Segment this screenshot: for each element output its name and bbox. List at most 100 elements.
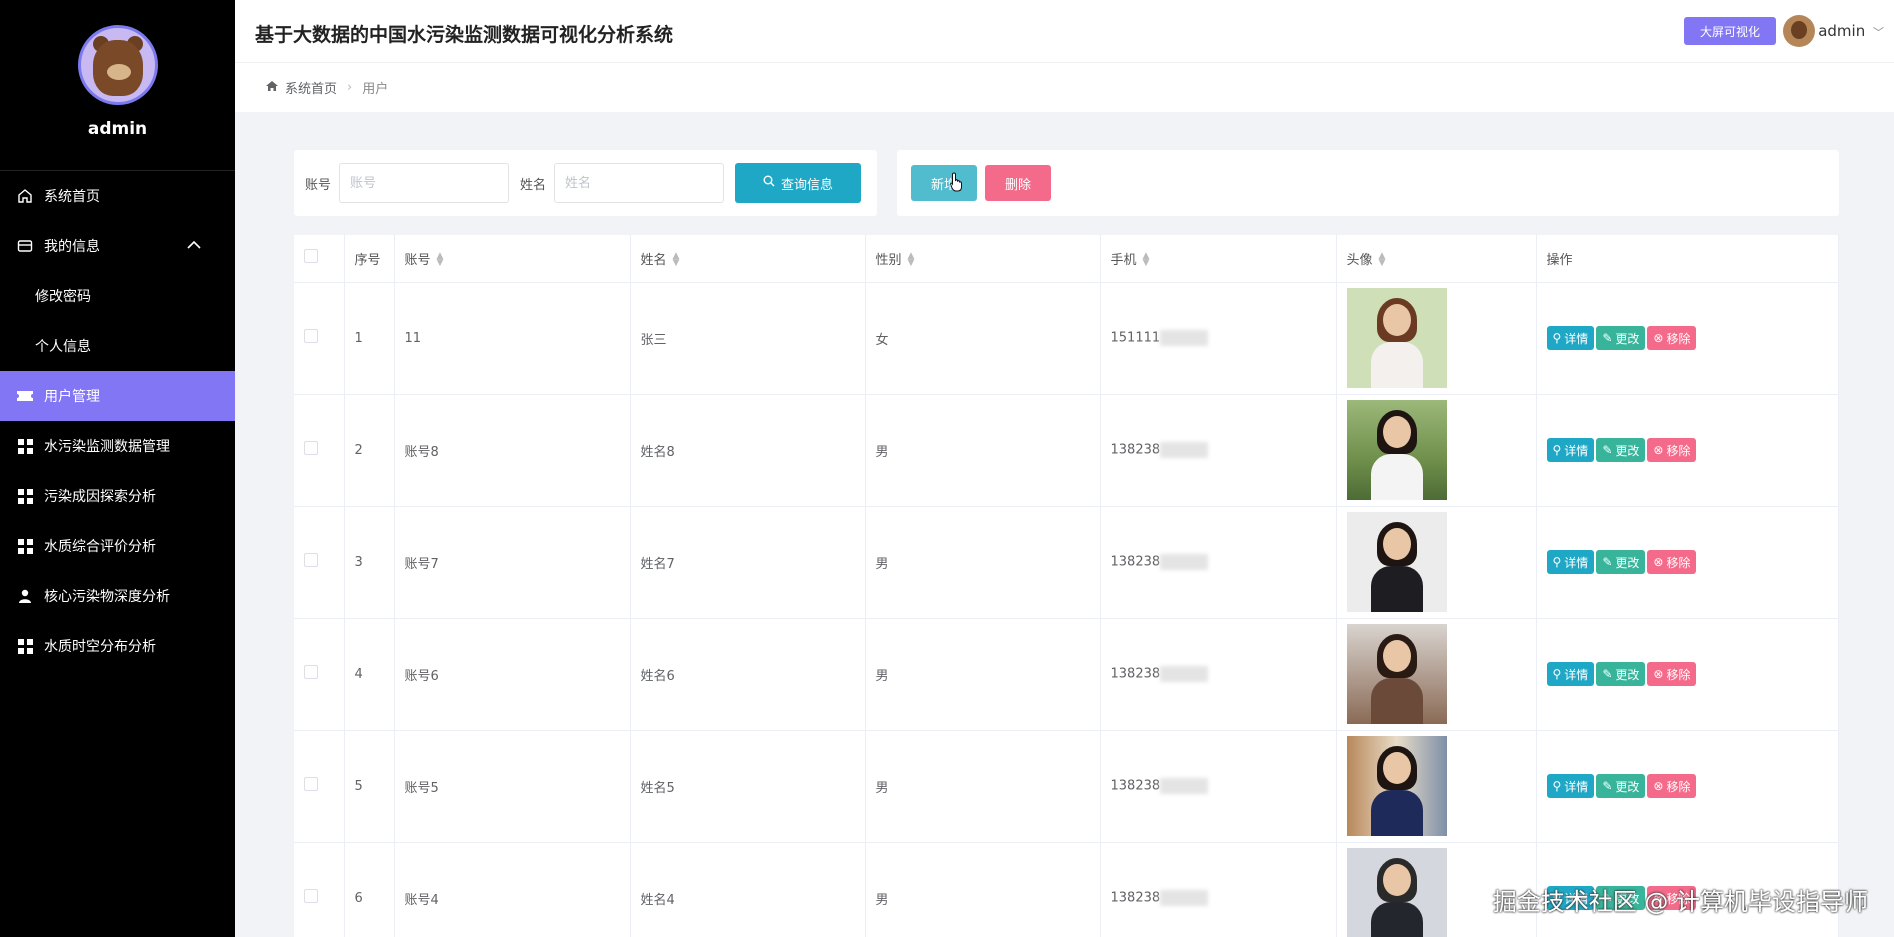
detail-button[interactable]: ⚲ 详情 bbox=[1546, 774, 1595, 798]
cell-index: 4 bbox=[344, 618, 395, 731]
user-photo[interactable] bbox=[1346, 848, 1447, 937]
phone-text: 138238 bbox=[1110, 666, 1161, 682]
chevron-down-icon: ﹀ bbox=[1873, 26, 1884, 39]
sort-icon[interactable]: ▲ ▼ bbox=[1143, 252, 1150, 268]
detail-button[interactable]: ⚲ 详情 bbox=[1546, 438, 1595, 462]
sort-icon[interactable]: ▲ ▼ bbox=[908, 252, 915, 268]
sidebar-item-personal-info[interactable]: 个人信息 bbox=[0, 321, 235, 371]
header-label: 手机 bbox=[1110, 252, 1137, 268]
close-circle-icon: ⊗ bbox=[1653, 331, 1664, 345]
row-select[interactable] bbox=[294, 506, 345, 619]
phone-text: 138238 bbox=[1110, 554, 1161, 570]
cell-gender: 男 bbox=[865, 618, 1101, 731]
row-checkbox[interactable] bbox=[304, 777, 318, 791]
cell-gender: 男 bbox=[865, 394, 1101, 507]
sidebar-item-core-pollutant[interactable]: 核心污染物深度分析 bbox=[0, 571, 235, 621]
breadcrumb-home[interactable]: 系统首页 bbox=[285, 78, 337, 97]
account-input[interactable] bbox=[339, 163, 510, 203]
cell-name: 姓名8 bbox=[630, 394, 866, 507]
edit-button[interactable]: ✎ 更改 bbox=[1596, 326, 1646, 350]
row-checkbox[interactable] bbox=[304, 441, 318, 455]
chevron-up-icon[interactable] bbox=[187, 239, 201, 253]
cell-account: 账号8 bbox=[394, 394, 631, 507]
header-label: 姓名 bbox=[640, 252, 667, 268]
header-gender[interactable]: 性别 ▲ ▼ bbox=[865, 235, 1101, 283]
edit-button[interactable]: ✎ 更改 bbox=[1596, 774, 1646, 798]
header-actions: 操作 bbox=[1536, 235, 1839, 283]
sort-icon[interactable]: ▲ ▼ bbox=[437, 252, 444, 268]
detail-button[interactable]: ⚲ 详情 bbox=[1546, 662, 1595, 686]
page-title: 基于大数据的中国水污染监测数据可视化分析系统 bbox=[255, 24, 674, 46]
add-button[interactable]: 新增 bbox=[911, 165, 977, 201]
pencil-icon: ✎ bbox=[1602, 555, 1613, 569]
detail-label: 详情 bbox=[1564, 443, 1589, 458]
header-select-all[interactable] bbox=[294, 235, 345, 283]
remove-button[interactable]: ⊗ 移除 bbox=[1647, 774, 1697, 798]
remove-button[interactable]: ⊗ 移除 bbox=[1647, 550, 1697, 574]
user-photo[interactable] bbox=[1346, 288, 1447, 388]
row-select[interactable] bbox=[294, 842, 345, 937]
bigscreen-button[interactable]: 大屏可视化 bbox=[1684, 17, 1776, 45]
header-phone[interactable]: 手机 ▲ ▼ bbox=[1100, 235, 1337, 283]
edit-button[interactable]: ✎ 更改 bbox=[1596, 662, 1646, 686]
top-header: 基于大数据的中国水污染监测数据可视化分析系统 大屏可视化 admin ﹀ bbox=[235, 0, 1894, 62]
remove-button[interactable]: ⊗ 移除 bbox=[1647, 438, 1697, 462]
sidebar-item-cause-analysis[interactable]: 污染成因探索分析 bbox=[0, 471, 235, 521]
header-avatar[interactable]: 头像 ▲ ▼ bbox=[1336, 235, 1537, 283]
cell-name: 姓名4 bbox=[630, 842, 866, 937]
user-avatar[interactable] bbox=[1783, 15, 1815, 47]
table-row: 1 11 张三 女 151111 ⚲ 详情 ✎ 更改 ⊗ 移除 bbox=[294, 282, 1839, 395]
ticket-icon bbox=[16, 387, 34, 405]
name-input[interactable] bbox=[554, 163, 725, 203]
avatar[interactable] bbox=[77, 25, 158, 105]
row-select[interactable] bbox=[294, 730, 345, 843]
sidebar-item-my-info[interactable]: 我的信息 bbox=[0, 221, 235, 271]
user-photo[interactable] bbox=[1346, 736, 1447, 836]
sort-icon[interactable]: ▲ ▼ bbox=[1379, 252, 1386, 268]
sidebar-item-label: 污染成因探索分析 bbox=[44, 489, 156, 505]
sidebar-item-label: 核心污染物深度分析 bbox=[44, 589, 170, 605]
header-name[interactable]: 姓名 ▲ ▼ bbox=[630, 235, 866, 283]
remove-button[interactable]: ⊗ 移除 bbox=[1647, 662, 1697, 686]
row-select[interactable] bbox=[294, 394, 345, 507]
user-photo[interactable] bbox=[1346, 512, 1447, 612]
row-checkbox[interactable] bbox=[304, 553, 318, 567]
cell-index: 1 bbox=[344, 282, 395, 395]
sidebar-item-quality-evaluation[interactable]: 水质综合评价分析 bbox=[0, 521, 235, 571]
sidebar-item-pollution-data[interactable]: 水污染监测数据管理 bbox=[0, 421, 235, 471]
hand-cursor-icon bbox=[950, 172, 962, 192]
row-checkbox[interactable] bbox=[304, 665, 318, 679]
user-menu[interactable]: admin ﹀ bbox=[1818, 22, 1884, 40]
sidebar-item-home[interactable]: 系统首页 bbox=[0, 171, 235, 221]
edit-button[interactable]: ✎ 更改 bbox=[1596, 550, 1646, 574]
detail-label: 详情 bbox=[1564, 779, 1589, 794]
cell-gender: 男 bbox=[865, 730, 1101, 843]
remove-label: 移除 bbox=[1666, 331, 1691, 346]
sidebar-item-user-management[interactable]: 用户管理 bbox=[0, 371, 235, 421]
sidebar-item-change-password[interactable]: 修改密码 bbox=[0, 271, 235, 321]
detail-button[interactable]: ⚲ 详情 bbox=[1546, 550, 1595, 574]
query-button[interactable]: 查询信息 bbox=[735, 163, 862, 203]
row-select[interactable] bbox=[294, 618, 345, 731]
row-checkbox[interactable] bbox=[304, 889, 318, 903]
header-account[interactable]: 账号 ▲ ▼ bbox=[394, 235, 631, 283]
user-photo[interactable] bbox=[1346, 624, 1447, 724]
row-checkbox[interactable] bbox=[304, 329, 318, 343]
blurred-redaction bbox=[1160, 666, 1209, 682]
sidebar-item-label: 我的信息 bbox=[44, 239, 100, 255]
sidebar-profile: admin bbox=[0, 0, 235, 171]
cell-avatar bbox=[1336, 730, 1537, 843]
remove-button[interactable]: ⊗ 移除 bbox=[1647, 326, 1697, 350]
sidebar-item-label: 个人信息 bbox=[35, 339, 91, 355]
select-all-checkbox[interactable] bbox=[304, 249, 318, 264]
table-row: 3 账号7 姓名7 男 138238 ⚲ 详情 ✎ 更改 ⊗ 移除 bbox=[294, 506, 1839, 619]
sidebar-item-spatiotemporal[interactable]: 水质时空分布分析 bbox=[0, 621, 235, 671]
sidebar-item-label: 水污染监测数据管理 bbox=[44, 439, 170, 455]
edit-button[interactable]: ✎ 更改 bbox=[1596, 438, 1646, 462]
user-photo[interactable] bbox=[1346, 400, 1447, 500]
detail-button[interactable]: ⚲ 详情 bbox=[1546, 326, 1595, 350]
sort-icon[interactable]: ▲ ▼ bbox=[673, 252, 680, 268]
delete-button[interactable]: 删除 bbox=[985, 165, 1051, 201]
table-row: 5 账号5 姓名5 男 138238 ⚲ 详情 ✎ 更改 ⊗ 移除 bbox=[294, 730, 1839, 843]
row-select[interactable] bbox=[294, 282, 345, 395]
